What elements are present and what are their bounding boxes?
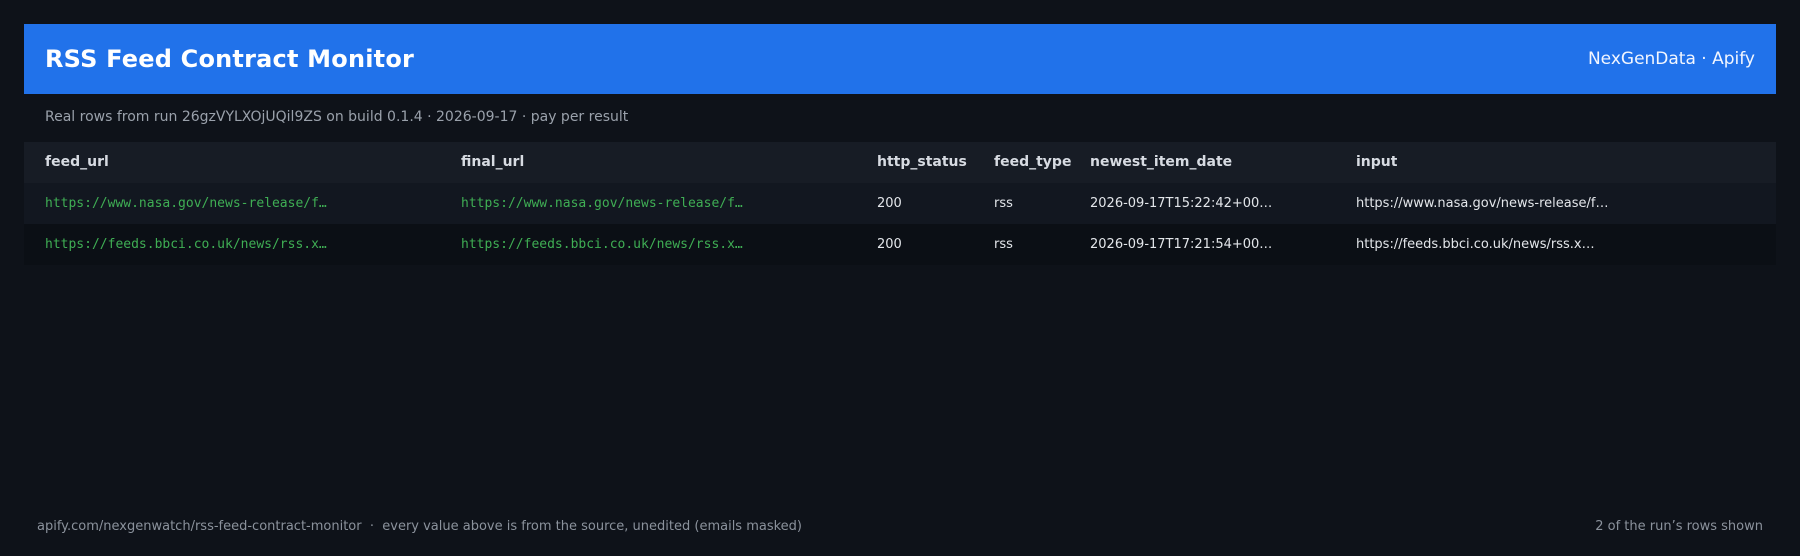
table-header-row: feed_url final_url http_status feed_type…: [24, 142, 1776, 183]
feed-url-cell: https://feeds.bbci.co.uk/news/rss.x…: [45, 237, 327, 252]
page-title: RSS Feed Contract Monitor: [45, 45, 415, 73]
final-url-cell: https://www.nasa.gov/news-release/f…: [461, 196, 743, 211]
run-subtitle: Real rows from run 26gzVYLXOjUQil9ZS on …: [45, 109, 629, 125]
newest-item-date-cell: 2026-09-17T15:22:42+00…: [1090, 196, 1273, 211]
column-header-http-status: http_status: [877, 154, 967, 170]
http-status-cell: 200: [877, 237, 902, 252]
column-header-input: input: [1356, 154, 1398, 170]
footer-source-note: apify.com/nexgenwatch/rss-feed-contract-…: [37, 519, 802, 534]
footer: apify.com/nexgenwatch/rss-feed-contract-…: [37, 519, 1763, 534]
column-header-feed-type: feed_type: [994, 154, 1072, 170]
newest-item-date-cell: 2026-09-17T17:21:54+00…: [1090, 237, 1273, 252]
input-cell: https://www.nasa.gov/news-release/f…: [1356, 196, 1609, 211]
page: RSS Feed Contract Monitor NexGenData · A…: [0, 0, 1800, 556]
final-url-cell: https://feeds.bbci.co.uk/news/rss.x…: [461, 237, 743, 252]
feed-type-cell: rss: [994, 237, 1013, 252]
column-header-newest-item-date: newest_item_date: [1090, 154, 1233, 170]
http-status-cell: 200: [877, 196, 902, 211]
column-header-feed-url: feed_url: [45, 154, 109, 170]
brand-label: NexGenData · Apify: [1587, 49, 1755, 69]
header-bar: RSS Feed Contract Monitor NexGenData · A…: [24, 24, 1776, 94]
results-table: feed_url final_url http_status feed_type…: [24, 142, 1776, 265]
footer-row-count: 2 of the run’s rows shown: [1595, 519, 1763, 534]
table-row: https://www.nasa.gov/news-release/f… htt…: [24, 183, 1776, 224]
feed-type-cell: rss: [994, 196, 1013, 211]
table-row: https://feeds.bbci.co.uk/news/rss.x… htt…: [24, 224, 1776, 265]
input-cell: https://feeds.bbci.co.uk/news/rss.x…: [1356, 237, 1595, 252]
column-header-final-url: final_url: [461, 154, 525, 170]
feed-url-cell: https://www.nasa.gov/news-release/f…: [45, 196, 327, 211]
